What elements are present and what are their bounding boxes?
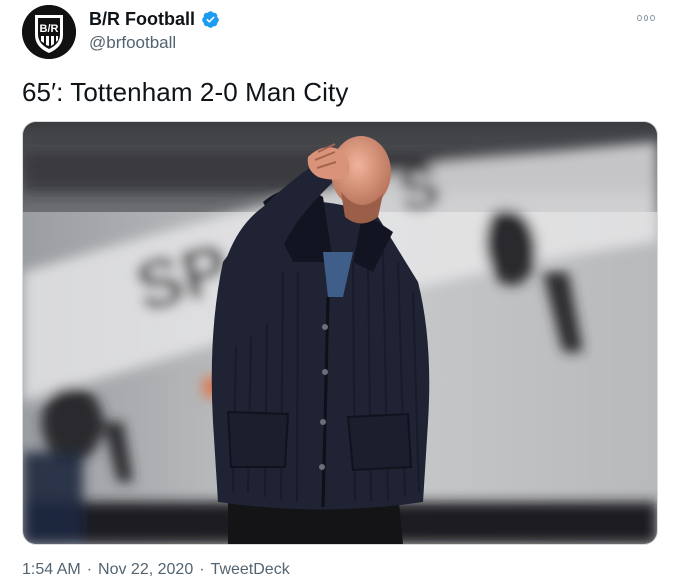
meta-separator: ·: [199, 561, 205, 578]
tweet-date[interactable]: Nov 22, 2020: [98, 561, 193, 579]
tweet-card[interactable]: B/R B/R Football @brfootball 65′: Totten…: [0, 0, 700, 586]
more-options-icon[interactable]: [636, 8, 656, 28]
handle[interactable]: @brfootball: [89, 33, 176, 53]
tweet-meta: 1:54 AM · Nov 22, 2020 · TweetDeck: [22, 561, 290, 579]
manager-on-touchline-photo: SP S: [23, 122, 657, 544]
display-name[interactable]: B/R Football: [89, 9, 195, 30]
avatar[interactable]: B/R: [22, 5, 76, 59]
tweet-source[interactable]: TweetDeck: [211, 561, 290, 579]
meta-separator: ·: [86, 561, 93, 578]
tweet-text: 65′: Tottenham 2-0 Man City: [22, 77, 349, 107]
tweet-photo[interactable]: SP S: [22, 121, 658, 545]
svg-text:B/R: B/R: [40, 23, 59, 35]
tweet-time[interactable]: 1:54 AM: [22, 561, 81, 579]
verified-badge-icon: [202, 11, 219, 28]
br-shield-logo-icon: B/R: [22, 5, 76, 59]
